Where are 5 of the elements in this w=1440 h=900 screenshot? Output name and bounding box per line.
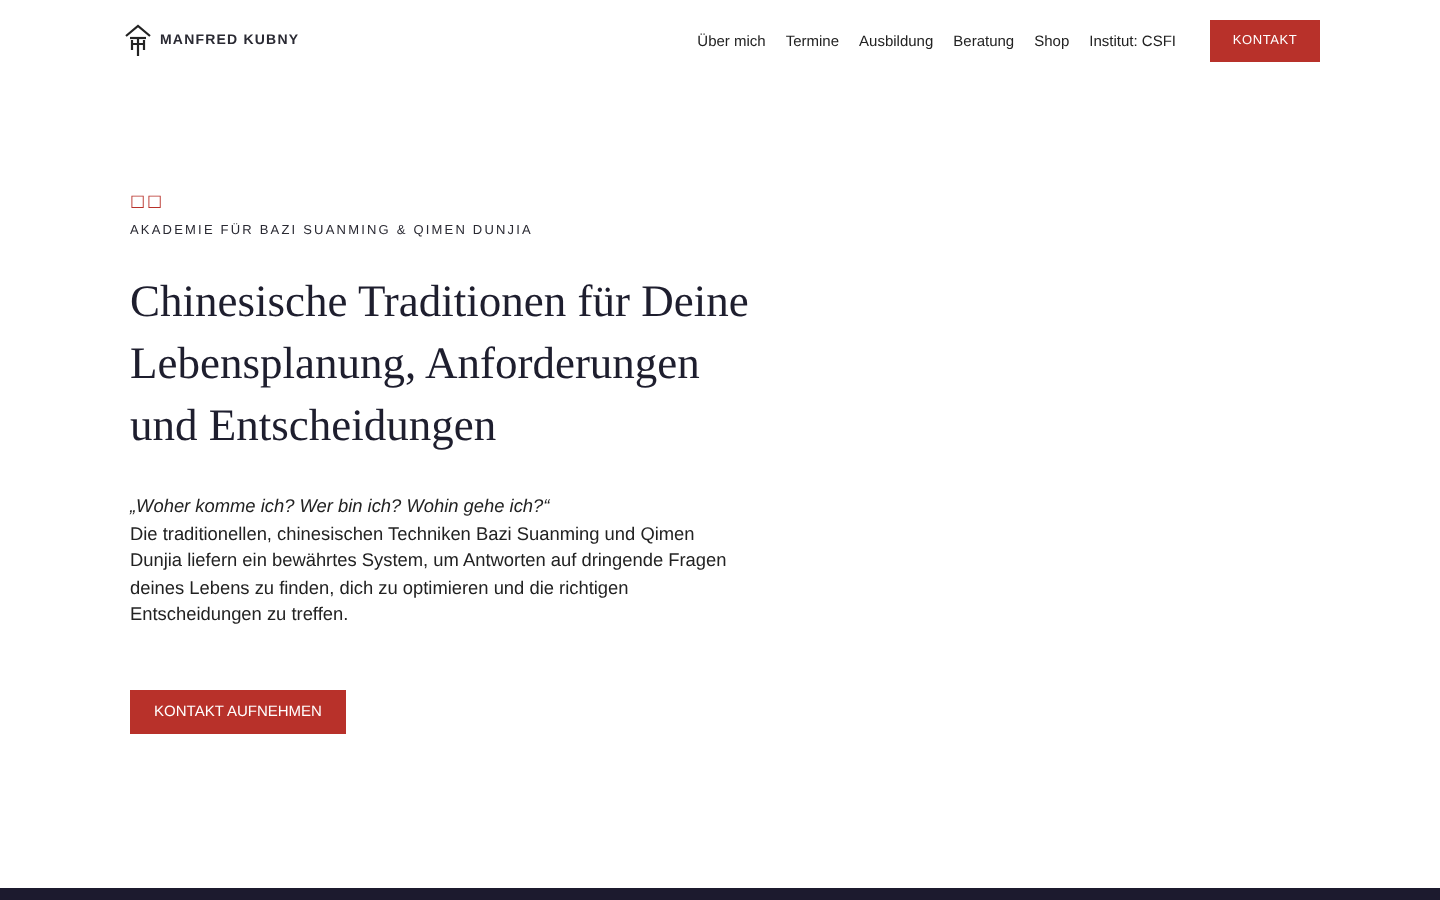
hero-quote: „Woher komme ich? Wer bin ich? Wohin gehe ich?“	[130, 494, 550, 520]
pagoda-logo-icon	[124, 24, 152, 56]
missing-glyphs: □□	[130, 192, 165, 210]
hero-description: Die traditionellen, chinesischen Techniken Bazi Suanming und Qimen Dunjia liefern ein bewährtes System, um Antworten auf dringende Fragen deines Lebens zu finden, dich zu optimieren und die richtigen Entscheidungen zu treffen.	[130, 521, 729, 628]
hero-title: Chinesische Traditionen für Deine Lebensplanung, Anforderungen und Entscheidungen	[130, 274, 751, 454]
